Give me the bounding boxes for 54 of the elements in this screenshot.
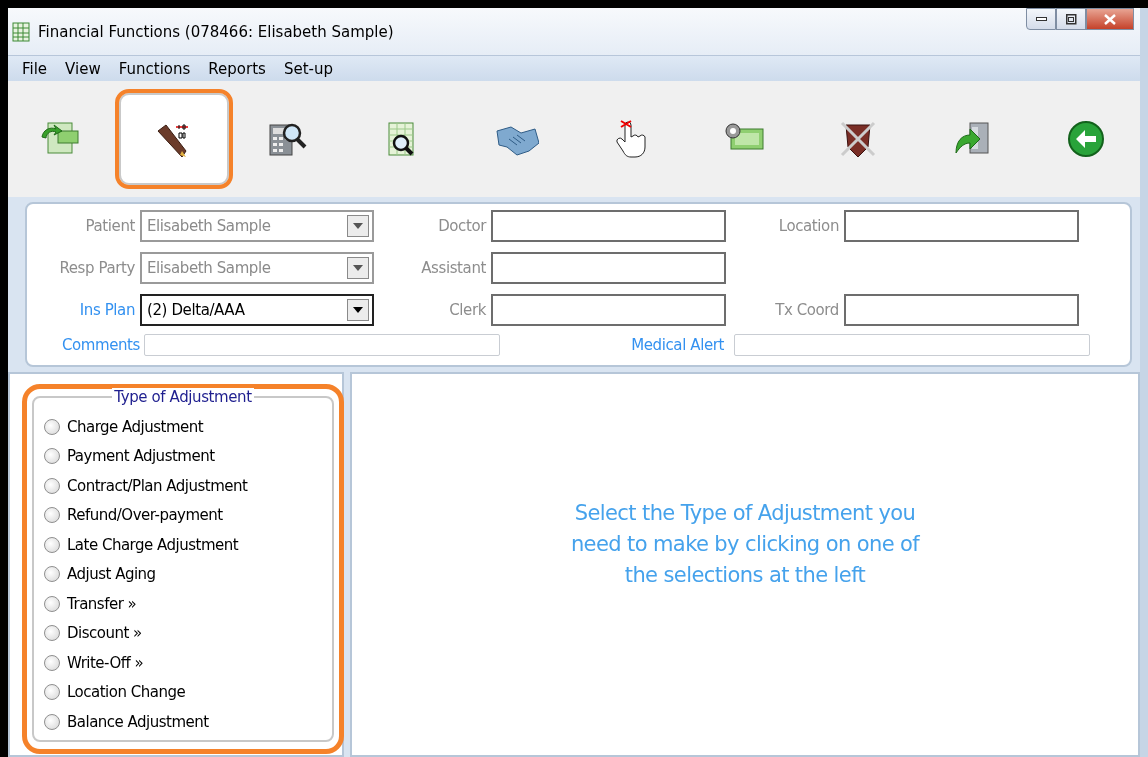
radio-button[interactable]	[44, 713, 60, 730]
radio-button[interactable]	[44, 684, 60, 701]
input-field[interactable]	[491, 294, 726, 326]
radio-label[interactable]: Payment Adjustment	[67, 447, 215, 466]
field-label: Resp Party	[58, 259, 136, 277]
menu-item[interactable]: Functions	[118, 59, 191, 78]
window-title: Financial Functions (078466: Elisabeth Sample)	[38, 22, 395, 41]
radio-label[interactable]: Adjust Aging	[67, 565, 156, 584]
menu-item[interactable]: Set-up	[283, 59, 333, 78]
radio-button[interactable]	[44, 595, 60, 612]
input-field[interactable]	[491, 210, 726, 242]
radio-label[interactable]: Charge Adjustment	[67, 417, 204, 436]
radio-label[interactable]: Late Charge Adjustment	[67, 535, 239, 554]
radio-label[interactable]: Refund/Over-payment	[67, 506, 223, 525]
group-title: Type of Adjustment	[112, 388, 254, 406]
menu-item[interactable]: Reports	[208, 59, 266, 78]
radio-label[interactable]: Transfer »	[67, 594, 137, 613]
close-button[interactable]	[1086, 8, 1134, 30]
menu-item[interactable]: View	[65, 59, 101, 78]
radio-button[interactable]	[44, 654, 60, 671]
input-field[interactable]	[844, 294, 1079, 326]
field-label: Tx Coord	[774, 301, 840, 319]
minimize-button[interactable]	[1026, 8, 1056, 30]
radio-button[interactable]	[44, 536, 60, 553]
input-field[interactable]	[491, 252, 726, 284]
dropdown-arrow-icon	[352, 222, 364, 230]
radio-label[interactable]: Write-Off »	[67, 653, 144, 672]
field-label: Doctor	[437, 217, 488, 235]
menu-item[interactable]: File	[22, 59, 48, 78]
field-label: Clerk	[448, 301, 487, 319]
input-field[interactable]	[844, 210, 1079, 242]
radio-button[interactable]	[44, 477, 60, 494]
restore-button[interactable]	[1056, 8, 1086, 30]
radio-button[interactable]	[44, 448, 60, 465]
radio-button[interactable]	[44, 507, 60, 524]
field-label: Assistant	[420, 259, 487, 277]
radio-button[interactable]	[44, 625, 60, 642]
minimize-icon	[1035, 17, 1047, 21]
instruction-text: Select the Type of Adjustment you need to make by clicking on one of the selections at the left	[569, 500, 921, 589]
dropdown-arrow-icon	[352, 264, 364, 272]
toolbar-button[interactable]	[115, 89, 234, 189]
dropdown-field[interactable]: (2) Delta/AAA	[140, 294, 374, 326]
radio-label[interactable]: Discount »	[67, 624, 142, 643]
radio-label[interactable]: Location Change	[67, 683, 186, 702]
radio-label[interactable]: Contract/Plan Adjustment	[67, 476, 248, 495]
dropdown-arrow-icon	[352, 306, 364, 314]
restore-icon	[1065, 13, 1077, 25]
field-label: Location	[777, 217, 840, 235]
field-label: Patient	[84, 217, 136, 235]
close-icon	[1104, 13, 1116, 25]
radio-button[interactable]	[44, 418, 60, 435]
radio-label[interactable]: Balance Adjustment	[67, 712, 209, 731]
spreadsheet-icon	[12, 21, 30, 42]
radio-button[interactable]	[44, 566, 60, 583]
